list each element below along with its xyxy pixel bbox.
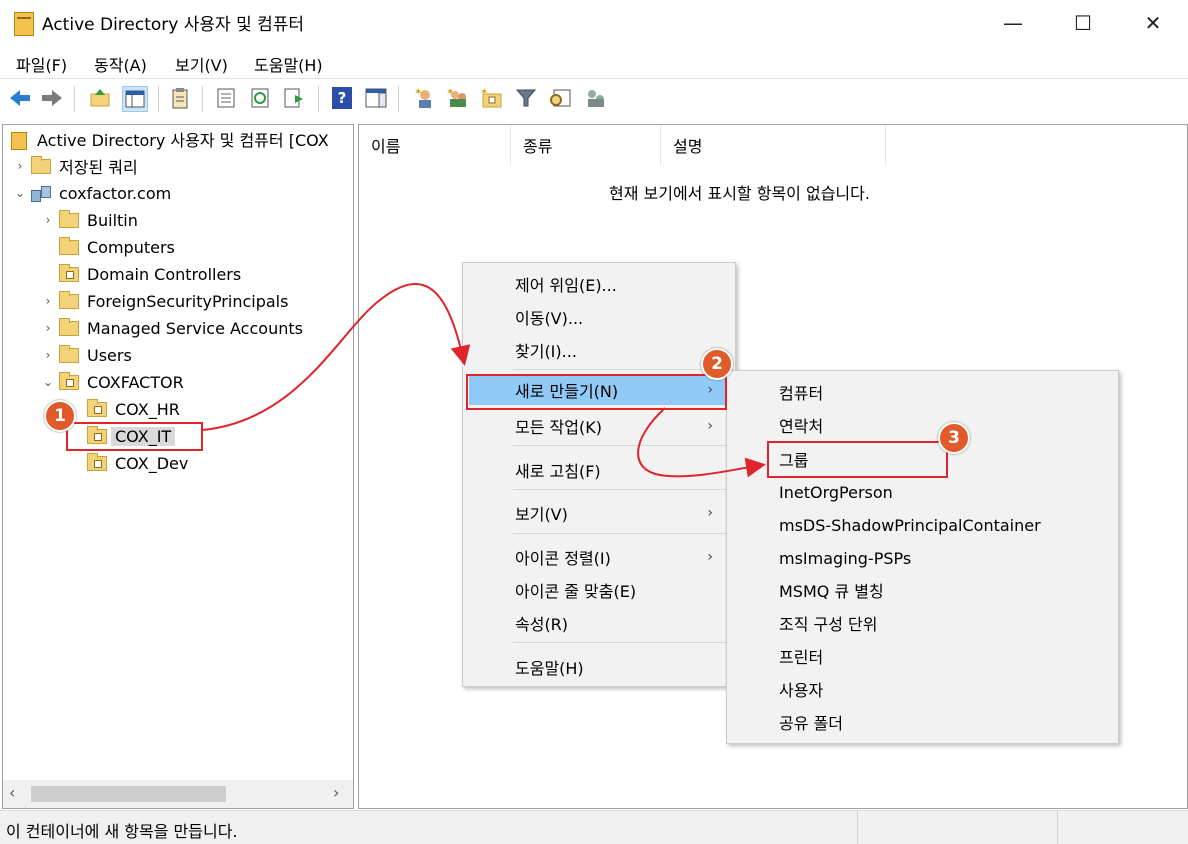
step-badge-1: 1: [44, 400, 76, 432]
arrow-step-2-to-3: [637, 407, 766, 478]
annotation-arrows: [202, 282, 766, 478]
step-badge-2: 2: [701, 348, 733, 380]
arrow-step-1-to-2: [202, 282, 471, 431]
step-badge-3: 3: [938, 422, 970, 454]
